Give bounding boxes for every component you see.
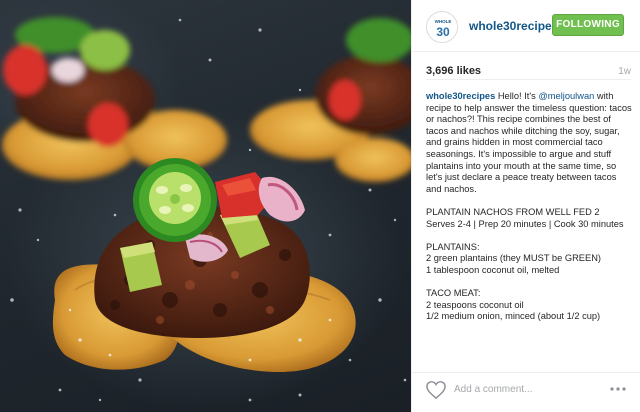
post-header: WHOLE 30 whole30recipes FOLLOWING — [412, 0, 640, 52]
caption-intro-text-1: Hello! It's — [495, 91, 539, 101]
avatar[interactable]: WHOLE 30 — [426, 11, 458, 43]
caption-taco-block: TACO MEAT: 2 teaspoons coconut oil 1/2 med… — [426, 288, 632, 323]
likes-count[interactable]: 3,696 likes — [426, 65, 481, 77]
following-button[interactable]: FOLLOWING — [552, 14, 624, 36]
taco-heading: TACO MEAT: — [426, 288, 481, 299]
plantains-heading: PLANTAINS: — [426, 241, 480, 252]
plantains-line-2: 1 tablespoon coconut oil, melted — [426, 264, 560, 275]
caption-recipe-block: PLANTAIN NACHOS FROM WELL FED 2 Serves 2-… — [426, 207, 632, 230]
post-stats: 3,696 likes 1w — [426, 58, 631, 80]
caption-intro: whole30recipes Hello! It's @meljoulwan w… — [426, 91, 632, 195]
comment-bar — [412, 372, 640, 412]
heart-icon[interactable] — [425, 380, 447, 400]
caption-username-link[interactable]: whole30recipes — [426, 91, 495, 101]
back-left-nacho — [2, 17, 227, 180]
more-options-icon[interactable] — [608, 381, 628, 397]
food-illustration — [2, 17, 411, 402]
plantains-line-1: 2 green plantains (they MUST be GREEN) — [426, 253, 601, 264]
recipe-meta: Serves 2-4 | Prep 20 minutes | Cook 30 m… — [426, 218, 624, 229]
post-caption: whole30recipes Hello! It's @meljoulwan w… — [426, 91, 632, 370]
taco-line-2: 1/2 medium onion, minced (about 1/2 cup) — [426, 311, 601, 322]
caption-intro-text-2: with recipe to help answer the timeless … — [426, 91, 632, 194]
post-time[interactable]: 1w — [618, 66, 631, 77]
whole30-logo-icon: WHOLE 30 — [428, 13, 457, 42]
caption-mention-link[interactable]: @meljoulwan — [538, 91, 594, 101]
add-comment-input[interactable] — [454, 381, 604, 397]
post-photo[interactable] — [0, 0, 411, 412]
logo-number-text: 30 — [436, 25, 450, 39]
back-right-nacho — [250, 18, 411, 182]
caption-plantains-block: PLANTAINS: 2 green plantains (they MUST b… — [426, 242, 632, 277]
logo-top-text: WHOLE — [435, 19, 452, 24]
taco-line-1: 2 teaspoons coconut oil — [426, 299, 524, 310]
post-side-panel: WHOLE 30 whole30recipes FOLLOWING 3,696 … — [411, 0, 640, 412]
header-username-link[interactable]: whole30recipes — [469, 19, 558, 33]
recipe-title: PLANTAIN NACHOS FROM WELL FED 2 — [426, 206, 600, 217]
